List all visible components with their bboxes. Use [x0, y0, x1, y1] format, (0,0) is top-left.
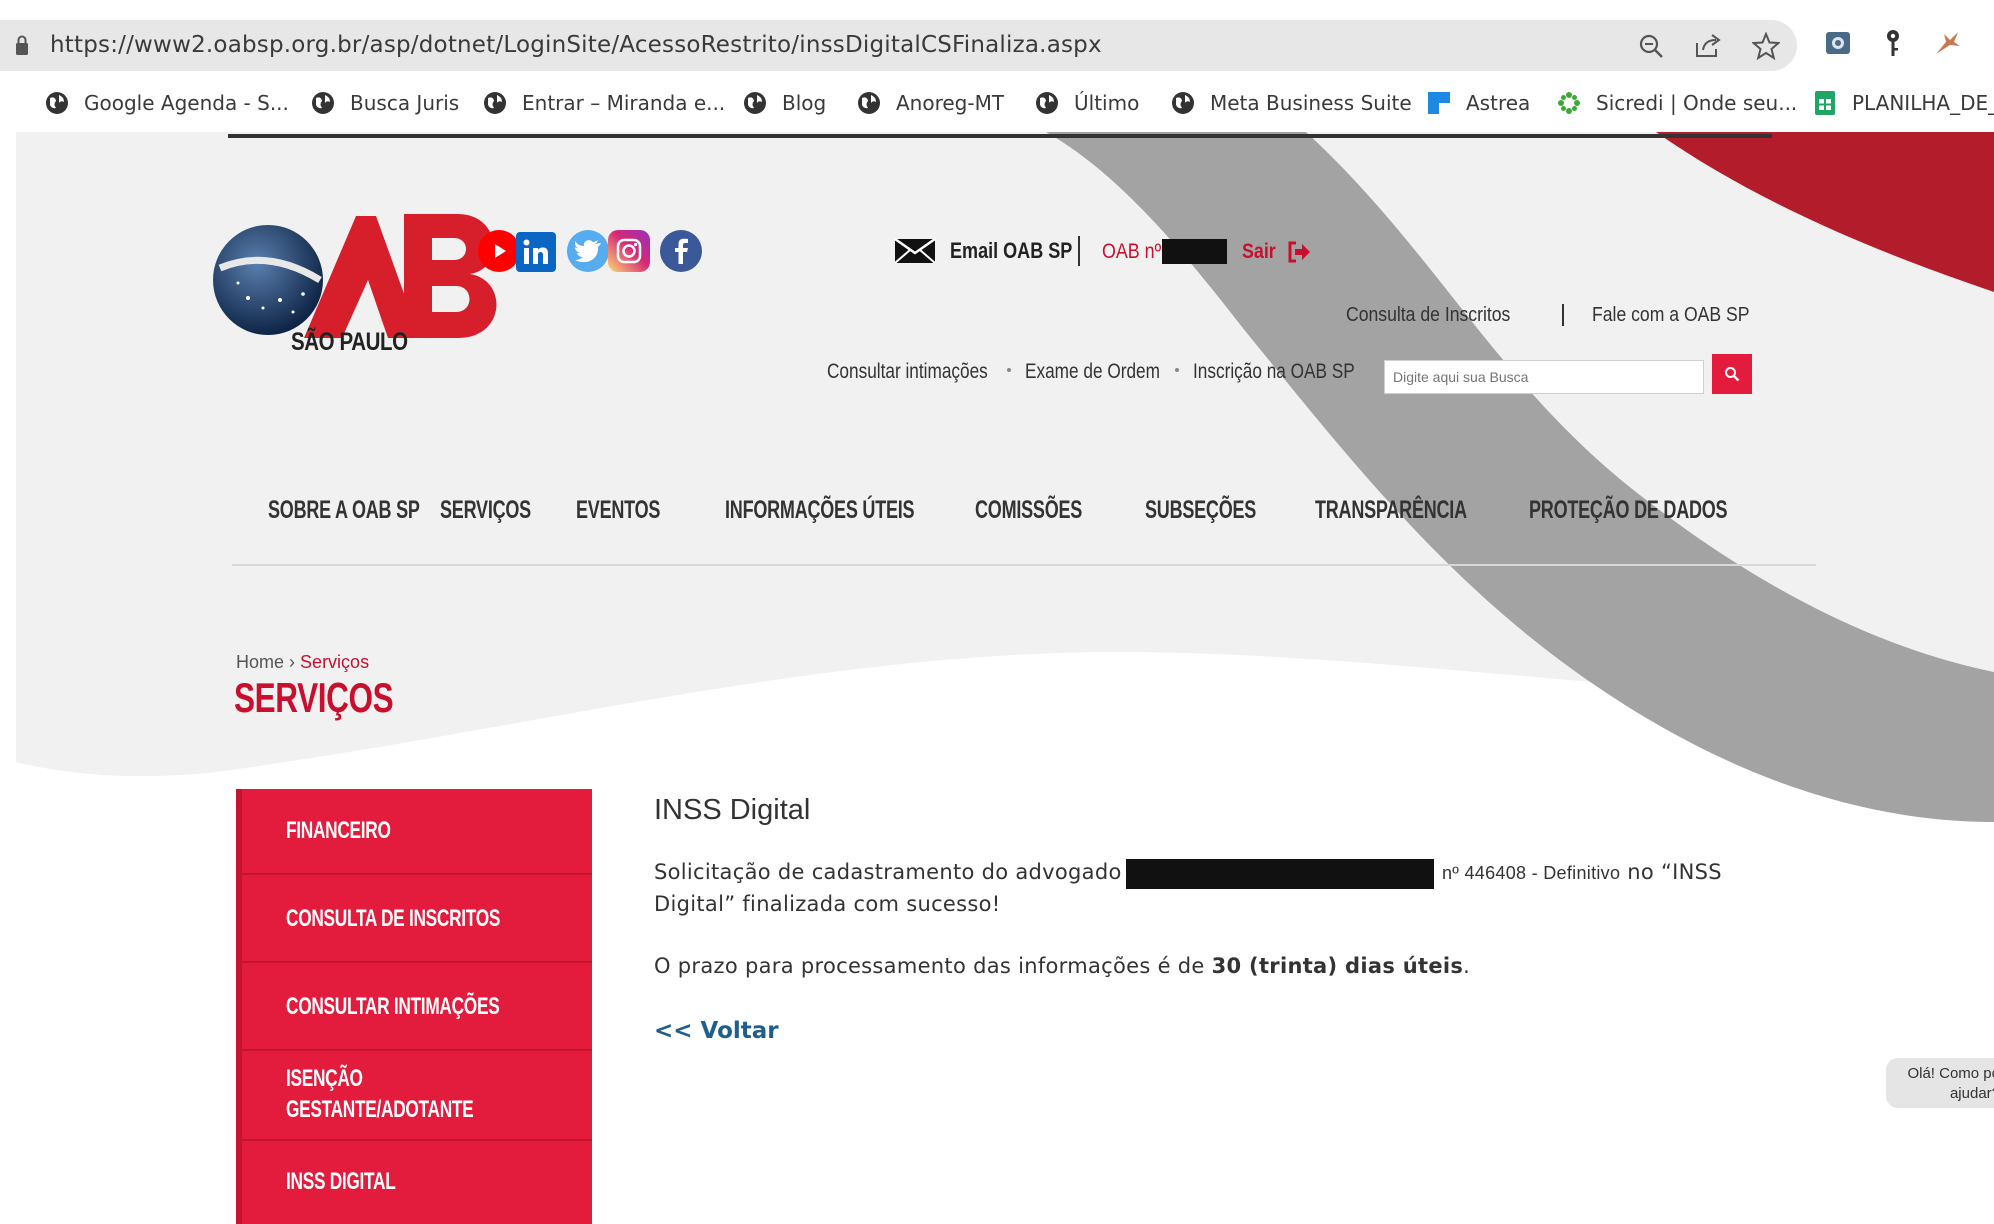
- globe-icon: [484, 92, 506, 114]
- toplinks-divider: [1562, 304, 1564, 326]
- globe-icon: [312, 92, 334, 114]
- logo-subtitle: SÃO PAULO: [291, 328, 408, 356]
- email-oab-link[interactable]: Email OAB SP: [894, 238, 1099, 264]
- search-button[interactable]: [1712, 354, 1752, 394]
- bookmark-item[interactable]: Último: [1034, 88, 1139, 118]
- nav-item-protecao-dados[interactable]: PROTEÇÃO DE DADOS: [1529, 496, 1728, 525]
- globe-icon: [46, 92, 68, 114]
- nav-item-servicos[interactable]: SERVIÇOS: [440, 496, 531, 525]
- globe-icon: [858, 92, 880, 114]
- search-icon: [1725, 367, 1740, 382]
- sidebar-item-consulta-inscritos[interactable]: CONSULTA DE INSCRITOS: [236, 875, 592, 963]
- astrea-icon: [1428, 92, 1450, 114]
- confirmation-text: Solicitação de cadastramento do advogado: [654, 860, 1122, 884]
- bookmark-item[interactable]: Meta Business Suite: [1170, 88, 1412, 118]
- nav-item-informacoes[interactable]: INFORMAÇÕES ÚTEIS: [725, 496, 915, 525]
- sicredi-icon: [1558, 92, 1580, 114]
- header-divider: [1078, 236, 1080, 266]
- chat-widget[interactable]: Olá! Como po ajudar?: [1886, 1058, 1994, 1108]
- registration-number: nº 446408 - Definitivo: [1442, 863, 1621, 883]
- logout-button[interactable]: Sair: [1242, 240, 1311, 264]
- sidebar-item-consultar-intimacoes[interactable]: CONSULTAR INTIMAÇÕES: [236, 963, 592, 1051]
- header-top-rule: [228, 134, 1772, 138]
- sidebar-item-financeiro[interactable]: FINANCEIRO: [236, 789, 592, 875]
- share-icon[interactable]: [1693, 31, 1723, 61]
- facebook-icon[interactable]: [660, 230, 702, 272]
- nav-item-sobre[interactable]: SOBRE A OAB SP: [268, 496, 420, 525]
- bookmark-star-icon[interactable]: [1751, 31, 1781, 61]
- globe-icon: [744, 92, 766, 114]
- breadcrumb-current[interactable]: Serviços: [300, 652, 369, 672]
- deadline-text: O prazo para processamento das informaçõ…: [654, 954, 1471, 978]
- envelope-icon: [894, 238, 936, 264]
- globe-icon: [1036, 92, 1058, 114]
- extension-photo-icon[interactable]: [1821, 26, 1855, 60]
- bookmark-item[interactable]: Busca Juris: [310, 88, 459, 118]
- url-text[interactable]: https://www2.oabsp.org.br/asp/dotnet/Log…: [50, 32, 1102, 58]
- confirmation-text-line2: Digital” finalizada com sucesso!: [654, 892, 1001, 916]
- sidebar-item-isencao[interactable]: ISENÇÃO GESTANTE/ADOTANTE: [236, 1051, 592, 1141]
- confirmation-text-cont: nº 446408 - Definitivo no “INSS: [1442, 860, 1722, 884]
- bookmark-item[interactable]: Sicredi | Onde seu...: [1556, 88, 1797, 118]
- content-title: INSS Digital: [654, 794, 811, 826]
- browser-chrome: https://www2.oabsp.org.br/asp/dotnet/Log…: [0, 0, 1994, 132]
- oab-number-label: OAB nº: [1102, 240, 1162, 263]
- youtube-icon[interactable]: [478, 230, 520, 272]
- search-input[interactable]: [1384, 360, 1704, 394]
- extension-key-icon[interactable]: [1876, 26, 1910, 60]
- nav-item-subsecoes[interactable]: SUBSEÇÕES: [1145, 496, 1256, 525]
- nav-divider: [232, 564, 1816, 566]
- bookmark-item[interactable]: Google Agenda - S...: [44, 88, 289, 118]
- page-title: SERVIÇOS: [234, 674, 394, 721]
- address-bar[interactable]: https://www2.oabsp.org.br/asp/dotnet/Log…: [0, 20, 1797, 71]
- zoom-icon[interactable]: [1636, 31, 1666, 61]
- inscricao-oab-link[interactable]: Inscrição na OAB SP: [1193, 360, 1355, 384]
- nav-item-eventos[interactable]: EVENTOS: [576, 496, 660, 525]
- lock-icon: [16, 35, 28, 55]
- redacted-lawyer-name: [1126, 859, 1434, 889]
- bookmarks-bar: Google Agenda - S... Busca Juris Entrar …: [0, 80, 1994, 124]
- bookmark-item[interactable]: PLANILHA_DE_: [1812, 88, 1994, 118]
- breadcrumb-separator: ›: [289, 652, 296, 672]
- web-page: SÃO PAULO Email OAB SP OAB nº Sair Consu…: [16, 132, 1994, 1224]
- bookmark-item[interactable]: Astrea: [1426, 88, 1530, 118]
- bookmark-item[interactable]: Anoreg-MT: [856, 88, 1004, 118]
- bookmark-item[interactable]: Entrar – Miranda e...: [482, 88, 725, 118]
- deadline-value: 30 (trinta) dias úteis: [1211, 954, 1464, 978]
- linkedin-icon[interactable]: [516, 232, 556, 272]
- breadcrumb-home[interactable]: Home: [236, 652, 284, 672]
- twitter-icon[interactable]: [567, 230, 609, 272]
- nav-item-transparencia[interactable]: TRANSPARÊNCIA: [1315, 496, 1467, 525]
- instagram-icon[interactable]: [608, 230, 650, 272]
- exame-ordem-link[interactable]: Exame de Ordem: [1025, 360, 1160, 384]
- fale-oab-link[interactable]: Fale com a OAB SP: [1592, 304, 1749, 327]
- quicklink-separator: [1007, 368, 1011, 372]
- sheets-icon: [1815, 91, 1835, 115]
- back-link[interactable]: << Voltar: [654, 1018, 779, 1044]
- globe-icon: [1172, 92, 1194, 114]
- quicklink-separator: [1175, 368, 1179, 372]
- redacted-oab-number: [1162, 239, 1227, 264]
- main-nav: SOBRE A OAB SP SERVIÇOS EVENTOS INFORMAÇ…: [228, 496, 1818, 542]
- sidebar-item-inss-digital[interactable]: INSS DIGITAL: [236, 1141, 592, 1224]
- bookmark-item[interactable]: Blog: [742, 88, 826, 118]
- nav-item-comissoes[interactable]: COMISSÕES: [975, 496, 1082, 525]
- extension-puzzle-icon[interactable]: [1930, 26, 1964, 60]
- logout-icon: [1288, 241, 1310, 263]
- consultar-intimacoes-link[interactable]: Consultar intimações: [827, 360, 988, 384]
- breadcrumb: Home › Serviços: [236, 652, 369, 673]
- services-sidebar: FINANCEIRO CONSULTA DE INSCRITOS CONSULT…: [236, 789, 592, 1224]
- consulta-inscritos-link[interactable]: Consulta de Inscritos: [1346, 304, 1510, 327]
